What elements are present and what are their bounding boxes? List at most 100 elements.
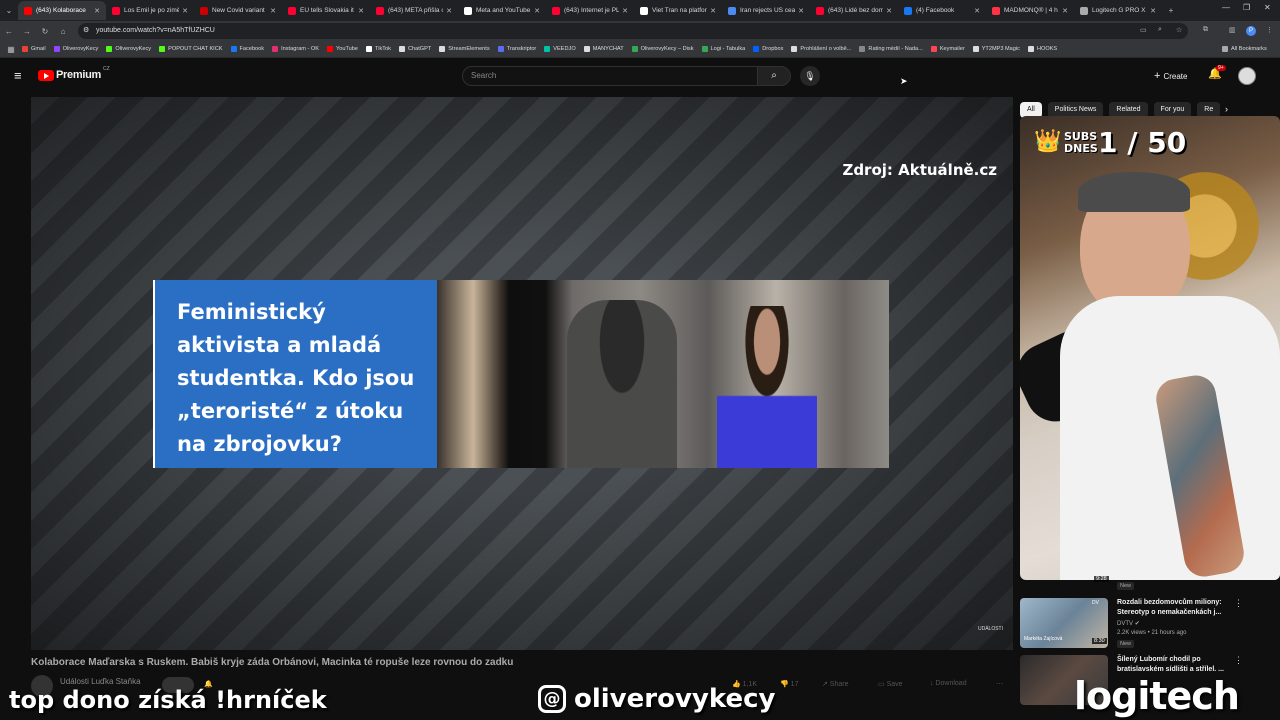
tab-close-icon[interactable]: ✕: [534, 7, 540, 15]
bookmark-item[interactable]: TikTok: [366, 46, 391, 52]
more-options-icon[interactable]: ⋮: [1234, 598, 1243, 609]
region-code: CZ: [102, 66, 110, 72]
search-input[interactable]: Search: [462, 66, 758, 86]
tab-close-icon[interactable]: ✕: [1150, 7, 1156, 15]
bookmark-item[interactable]: ChatGPT: [398, 46, 431, 52]
cast-icon[interactable]: ▭: [1140, 26, 1147, 34]
back-icon[interactable]: ←: [0, 27, 18, 36]
tab-close-icon[interactable]: ✕: [622, 7, 628, 15]
bookmark-item[interactable]: OliverovyKecy: [106, 46, 151, 52]
bookmark-item[interactable]: Transkriptor: [497, 46, 536, 52]
tab-title: EU tells Slovakia it: [300, 7, 354, 14]
tab-close-icon[interactable]: ✕: [798, 7, 804, 15]
bookmark-item[interactable]: YouTube: [327, 46, 358, 52]
tab-close-icon[interactable]: ✕: [886, 7, 892, 15]
bookmark-item[interactable]: Dropbox: [753, 46, 783, 52]
youtube-logo[interactable]: Premium CZ: [38, 66, 110, 81]
news-card-text-panel: Feministický aktivista a mladá studentka…: [153, 280, 437, 468]
browser-tab[interactable]: (643) Lidé bez dom ✕: [810, 1, 898, 20]
channel-name[interactable]: Události Luďka Staňka: [60, 677, 141, 686]
recommendation-item[interactable]: Markéta Zajícová DV 8:30 Rozdali bezdomo…: [1020, 598, 1268, 650]
bookmark-item[interactable]: Facebook: [230, 46, 264, 52]
all-bookmarks[interactable]: All Bookmarks: [1222, 46, 1267, 52]
bookmark-item[interactable]: POPOUT CHAT KICK: [159, 46, 223, 52]
bookmark-favicon-icon: [106, 46, 113, 52]
extensions-icon[interactable]: ⧉: [1203, 26, 1208, 34]
bookmark-item[interactable]: Prohlášení o volbě...: [791, 46, 851, 52]
comments-button[interactable]: 👎 17: [780, 680, 798, 688]
reload-icon[interactable]: ↻: [36, 27, 54, 36]
save-button[interactable]: ▭ Save: [878, 680, 903, 688]
bookmark-item[interactable]: Rating médií - Nada...: [859, 46, 923, 52]
bookmark-item[interactable]: YT2MP3 Magic: [972, 46, 1020, 52]
bookmark-label: Logi - Tabulka: [710, 46, 746, 52]
tab-close-icon[interactable]: ✕: [974, 7, 980, 15]
tab-close-icon[interactable]: ✕: [710, 7, 716, 15]
bookmark-item[interactable]: HOOKS: [1027, 46, 1057, 52]
browser-tab[interactable]: (643) META přišla o ✕: [370, 1, 458, 20]
bookmark-item[interactable]: Gmail: [22, 46, 46, 52]
more-actions-icon[interactable]: ⋯: [996, 680, 1003, 688]
search-icon: ⌕: [771, 70, 777, 81]
bookmark-item[interactable]: VEEDJO: [544, 46, 576, 52]
folder-icon: [1222, 46, 1228, 52]
source-label: Zdroj: Aktuálně.cz: [842, 161, 997, 179]
browser-tab[interactable]: Meta and YouTube ✕: [458, 1, 546, 20]
bookmark-item[interactable]: Logi - Tabulka: [701, 46, 746, 52]
browser-tab[interactable]: (4) Facebook ✕: [898, 1, 986, 20]
site-info-icon[interactable]: ⚙: [83, 23, 89, 39]
bookmark-item[interactable]: Keymailer: [930, 46, 965, 52]
browser-tab[interactable]: Viet Tran na platfor ✕: [634, 1, 722, 20]
split-icon[interactable]: ▥: [1229, 26, 1236, 34]
zoom-icon[interactable]: ⌕: [1158, 26, 1162, 34]
bookmark-item[interactable]: StreamElements: [439, 46, 490, 52]
more-options-icon[interactable]: ⋮: [1234, 655, 1243, 666]
create-button[interactable]: + Create: [1148, 67, 1193, 85]
account-avatar[interactable]: [1238, 67, 1256, 85]
voice-search-button[interactable]: 🎙: [800, 66, 820, 86]
recommendation-item[interactable]: 9:28 New: [1020, 576, 1268, 596]
search-button[interactable]: ⌕: [757, 66, 791, 86]
hamburger-menu-icon[interactable]: ≡: [14, 68, 22, 83]
browser-tab[interactable]: EU tells Slovakia it ✕: [282, 1, 370, 20]
tab-close-icon[interactable]: ✕: [182, 7, 188, 15]
bookmark-favicon-icon: [497, 46, 504, 52]
bookmark-star-icon[interactable]: ☆: [1176, 26, 1182, 34]
browser-tab[interactable]: (643) Kolaborace ✕: [18, 1, 106, 20]
video-player[interactable]: Zdroj: Aktuálně.cz Feministický aktivist…: [31, 97, 1013, 650]
download-button[interactable]: ↓ Download: [930, 680, 967, 687]
bookmarks-bar: ▦ Gmail OliverovyKecy OliverovyKecy POPOUT …: [0, 41, 1280, 58]
tab-close-icon[interactable]: ✕: [1062, 7, 1068, 15]
forward-icon[interactable]: →: [18, 27, 36, 36]
browser-tab[interactable]: Iran rejects US cea ✕: [722, 1, 810, 20]
browser-menu-icon[interactable]: ⋮: [1266, 26, 1273, 34]
tab-search-icon[interactable]: ⌄: [0, 6, 18, 15]
tab-close-icon[interactable]: ✕: [94, 7, 100, 15]
apps-grid-icon[interactable]: ▦: [2, 45, 20, 54]
tab-title: Meta and YouTube: [476, 7, 531, 14]
chips-next-icon[interactable]: ›: [1225, 104, 1228, 114]
tab-close-icon[interactable]: ✕: [446, 7, 452, 15]
minimize-icon[interactable]: —: [1222, 3, 1230, 12]
tab-close-icon[interactable]: ✕: [358, 7, 364, 15]
bookmark-item[interactable]: OliverovyKecy: [53, 46, 98, 52]
bookmark-item[interactable]: OliverovyKecy – Disk: [631, 46, 694, 52]
url-field[interactable]: ⚙ youtube.com/watch?v=nA5hTfUZHCU: [78, 23, 1188, 39]
share-button[interactable]: ↗ Share: [822, 680, 849, 688]
tab-close-icon[interactable]: ✕: [270, 7, 276, 15]
browser-tab[interactable]: (643) Internet je PL ✕: [546, 1, 634, 20]
browser-tab[interactable]: Los Emil je po zimě ✕: [106, 1, 194, 20]
bookmark-item[interactable]: Instagram - OK: [272, 46, 319, 52]
profile-avatar[interactable]: P: [1246, 26, 1256, 36]
notifications-button[interactable]: 🔔 9+: [1208, 65, 1226, 80]
close-window-icon[interactable]: ✕: [1264, 3, 1271, 12]
bookmark-item[interactable]: MANYCHAT: [583, 46, 624, 52]
tab-favicon-icon: [816, 6, 824, 15]
new-tab-button[interactable]: +: [1162, 6, 1180, 15]
browser-tab[interactable]: MADMONQ® | 4 h ✕: [986, 1, 1074, 20]
home-icon[interactable]: ⌂: [54, 27, 72, 36]
browser-tab[interactable]: New Covid variant ✕: [194, 1, 282, 20]
recommendation-title: Rozdali bezdomovcům miliony: Stereotyp o…: [1117, 599, 1222, 616]
browser-tab[interactable]: Logitech G PRO X T ✕: [1074, 1, 1162, 20]
restore-icon[interactable]: ❐: [1243, 3, 1250, 12]
